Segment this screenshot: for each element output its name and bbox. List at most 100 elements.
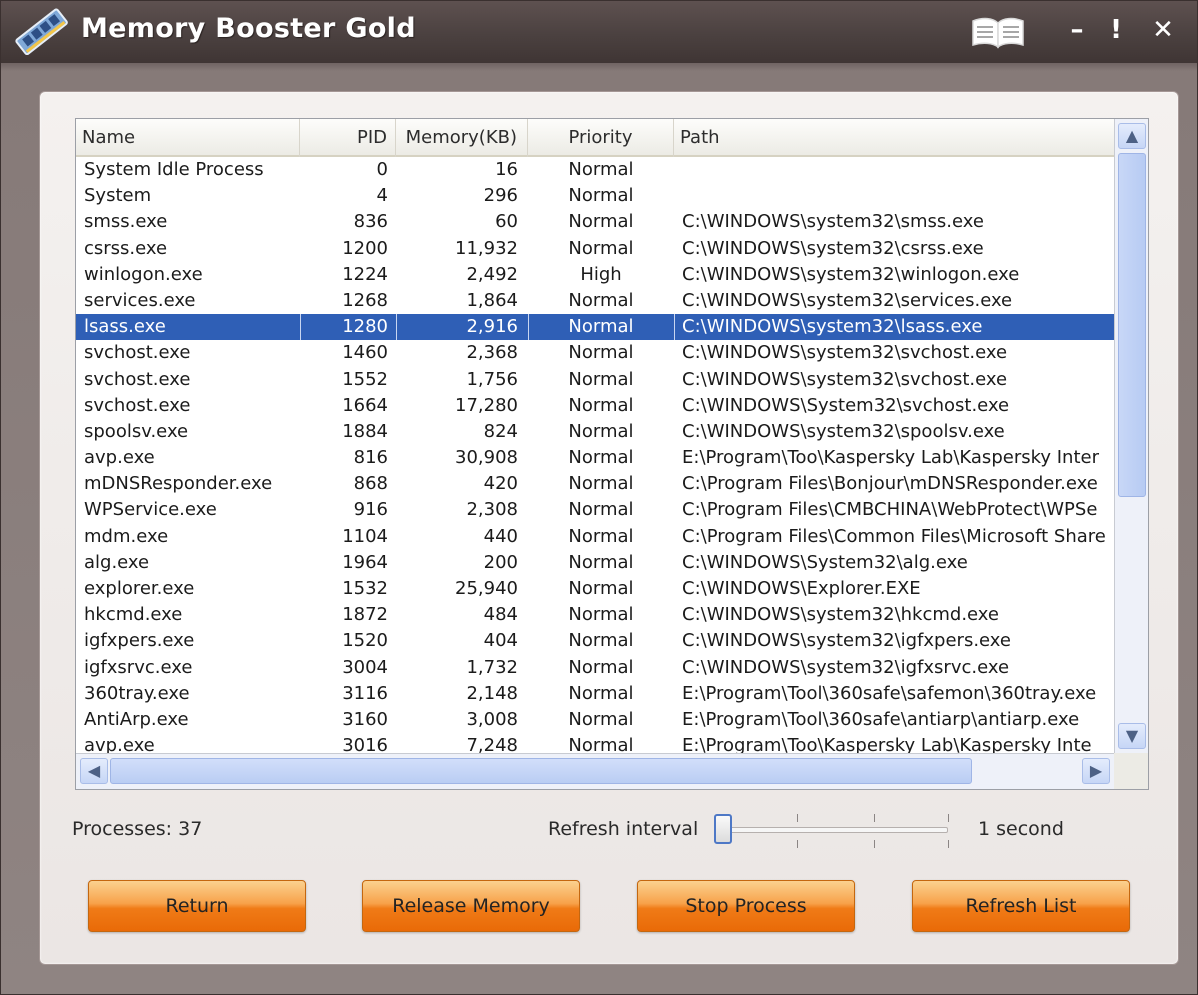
column-header-pid[interactable]: PID — [300, 119, 396, 157]
cell-pid: 836 — [353, 211, 388, 233]
cell-priority: Normal — [568, 447, 634, 469]
table-row[interactable]: smss.exe 836 60 Normal C:\WINDOWS\system32\s… — [76, 209, 1114, 235]
cell-memory: 2,148 — [466, 682, 518, 704]
row-separator — [300, 314, 301, 341]
table-row[interactable]: 360tray.exe 3116 2,148 Normal E:\Program\Too… — [76, 681, 1114, 707]
book-icon[interactable] — [971, 15, 1025, 49]
table-row[interactable]: lsass.exe 1280 2,916 Normal C:\WINDOWS\syste… — [76, 314, 1114, 341]
minimize-button[interactable]: – — [1065, 15, 1089, 45]
list-rows: System Idle Process 0 16 Normal System 4 296 No… — [76, 157, 1114, 753]
refresh-list-button[interactable]: Refresh List — [912, 880, 1130, 932]
cell-memory: 200 — [483, 551, 518, 573]
table-row[interactable]: services.exe 1268 1,864 Normal C:\WINDOWS\sy… — [76, 288, 1114, 314]
cell-pid: 1532 — [342, 578, 388, 599]
table-row[interactable]: csrss.exe 1200 11,932 Normal C:\WINDOWS\syst… — [76, 236, 1114, 262]
help-button[interactable]: ! — [1108, 15, 1124, 45]
cell-priority: Normal — [568, 525, 634, 547]
cell-pid: 3004 — [342, 656, 388, 678]
cell-pid: 1104 — [342, 525, 388, 547]
cell-name: lsass.exe — [84, 316, 166, 338]
scroll-right-icon[interactable]: ▶ — [1082, 758, 1110, 784]
table-row[interactable]: svchost.exe 1460 2,368 Normal C:\WINDOWS\sys… — [76, 340, 1114, 366]
cell-memory: 30,908 — [455, 447, 518, 469]
cell-priority: Normal — [568, 185, 634, 207]
table-row[interactable]: System 4 296 Normal — [76, 183, 1114, 209]
cell-path: C:\WINDOWS\system32\smss.exe — [682, 211, 984, 233]
slider-tick — [797, 814, 798, 822]
scroll-left-icon[interactable]: ◀ — [80, 758, 108, 784]
scroll-up-icon[interactable]: ▲ — [1118, 123, 1146, 149]
cell-memory: 484 — [483, 604, 518, 626]
cell-name: alg.exe — [84, 551, 150, 573]
cell-name: hkcmd.exe — [84, 604, 183, 626]
release-memory-button[interactable]: Release Memory — [362, 880, 580, 932]
table-row[interactable]: AntiArp.exe 3160 3,008 Normal E:\Program\Too… — [76, 707, 1114, 733]
cell-priority: Normal — [568, 630, 634, 652]
table-row[interactable]: svchost.exe 1552 1,756 Normal C:\WINDOWS\sys… — [76, 367, 1114, 393]
horizontal-scrollbar[interactable]: ◀ ▶ — [76, 753, 1114, 789]
table-row[interactable]: explorer.exe 1532 25,940 Normal C:\WINDOWS\E… — [76, 576, 1114, 602]
cell-name: csrss.exe — [84, 237, 168, 259]
column-header-path[interactable]: Path — [674, 119, 1114, 157]
slider-thumb[interactable] — [714, 814, 732, 844]
cell-path: C:\WINDOWS\system32\svchost.exe — [682, 368, 1008, 390]
table-row[interactable]: alg.exe 1964 200 Normal C:\WINDOWS\System32\… — [76, 550, 1114, 576]
cell-pid: 3160 — [342, 708, 388, 730]
scroll-down-icon[interactable]: ▼ — [1118, 723, 1146, 749]
vertical-scrollbar[interactable]: ▲ ▼ — [1114, 119, 1148, 753]
cell-name: System — [84, 185, 152, 207]
cell-name: svchost.exe — [84, 394, 191, 416]
cell-priority: Normal — [568, 735, 634, 753]
cell-memory: 404 — [483, 630, 518, 652]
table-row[interactable]: hkcmd.exe 1872 484 Normal C:\WINDOWS\system3… — [76, 602, 1114, 628]
cell-pid: 3116 — [342, 682, 388, 704]
cell-name: spoolsv.exe — [84, 420, 189, 442]
row-separator — [674, 314, 675, 341]
table-row[interactable]: avp.exe 3016 7,248 Normal E:\Program\Too\Kas… — [76, 733, 1114, 753]
cell-path: C:\WINDOWS\system32\spoolsv.exe — [682, 420, 1005, 442]
column-header-memory[interactable]: Memory(KB) — [396, 119, 528, 157]
table-row[interactable]: igfxpers.exe 1520 404 Normal C:\WINDOWS\syst… — [76, 628, 1114, 654]
cell-pid: 1884 — [342, 420, 388, 442]
cell-pid: 1552 — [342, 368, 388, 390]
return-button[interactable]: Return — [88, 880, 306, 932]
cell-memory: 1,756 — [466, 368, 518, 390]
table-row[interactable]: winlogon.exe 1224 2,492 High C:\WINDOWS\syst… — [76, 262, 1114, 288]
cell-pid: 1224 — [342, 263, 388, 285]
window-title: Memory Booster Gold — [81, 13, 416, 44]
cell-pid: 1200 — [342, 237, 388, 259]
table-row[interactable]: svchost.exe 1664 17,280 Normal C:\WINDOWS\Sy… — [76, 393, 1114, 419]
cell-path: C:\WINDOWS\system32\csrss.exe — [682, 237, 984, 259]
close-button[interactable]: ✕ — [1149, 15, 1177, 45]
table-row[interactable]: System Idle Process 0 16 Normal — [76, 157, 1114, 183]
cell-pid: 1520 — [342, 630, 388, 652]
cell-memory: 1,864 — [466, 289, 518, 311]
column-header-name[interactable]: Name — [76, 119, 300, 157]
stop-process-button[interactable]: Stop Process — [637, 880, 855, 932]
table-row[interactable]: igfxsrvc.exe 3004 1,732 Normal C:\WINDOWS\sy… — [76, 655, 1114, 681]
table-row[interactable]: avp.exe 816 30,908 Normal E:\Program\Too\Kas… — [76, 445, 1114, 471]
cell-pid: 1664 — [342, 394, 388, 416]
cell-priority: Normal — [568, 316, 634, 338]
process-list[interactable]: Name PID Memory(KB) Priority Path System… — [75, 118, 1149, 790]
vertical-scroll-thumb[interactable] — [1118, 153, 1146, 497]
cell-priority: Normal — [568, 237, 634, 259]
cell-priority: Normal — [568, 211, 634, 233]
cell-name: explorer.exe — [84, 578, 195, 599]
cell-path: C:\WINDOWS\system32\igfxsrvc.exe — [682, 656, 1010, 678]
horizontal-scroll-thumb[interactable] — [110, 758, 972, 784]
column-header-priority[interactable]: Priority — [528, 119, 674, 157]
cell-pid: 1964 — [342, 551, 388, 573]
refresh-interval-slider[interactable] — [718, 827, 948, 833]
cell-name: igfxpers.exe — [84, 630, 195, 652]
cell-name: avp.exe — [84, 447, 155, 469]
cell-memory: 1,732 — [466, 656, 518, 678]
table-row[interactable]: mdm.exe 1104 440 Normal C:\Program Files\Com… — [76, 524, 1114, 550]
table-row[interactable]: spoolsv.exe 1884 824 Normal C:\WINDOWS\syste… — [76, 419, 1114, 445]
table-row[interactable]: mDNSResponder.exe 868 420 Normal C:\Program … — [76, 471, 1114, 497]
table-row[interactable]: WPService.exe 916 2,308 Normal C:\Program Fi… — [76, 497, 1114, 523]
cell-path: E:\Program\Tool\360safe\antiarp\antiarp.… — [682, 708, 1080, 730]
row-separator — [528, 314, 529, 341]
cell-priority: Normal — [568, 682, 634, 704]
title-bar[interactable]: Memory Booster Gold – ! ✕ — [1, 1, 1197, 63]
